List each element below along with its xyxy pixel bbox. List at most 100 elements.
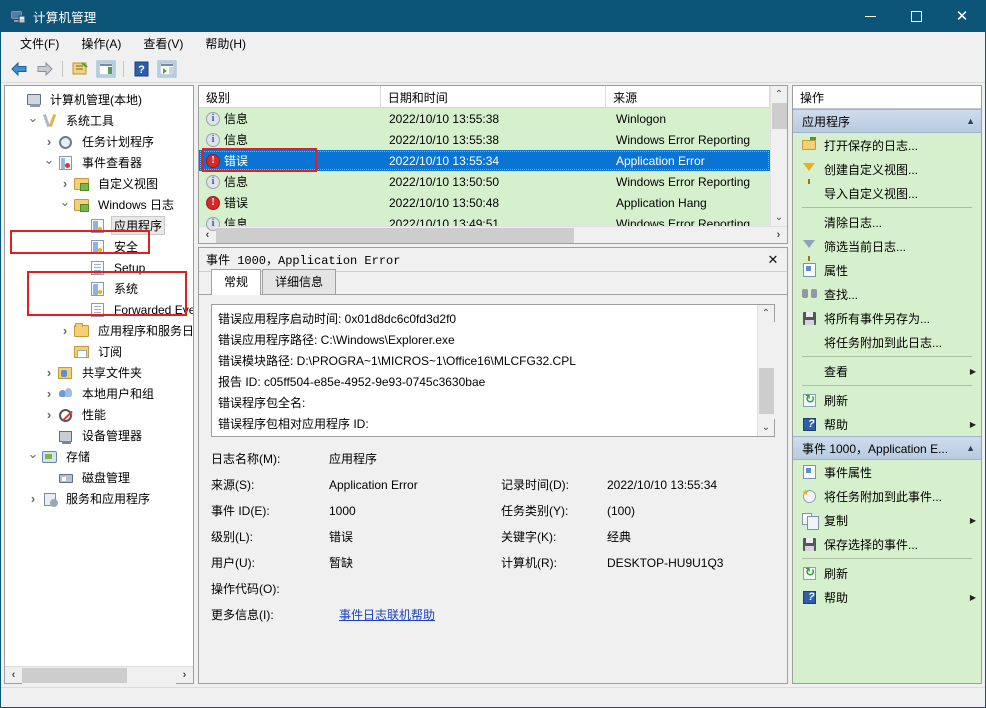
message-scroll-track[interactable]: [757, 322, 775, 419]
message-scroll-up-icon[interactable]: ⌃: [758, 305, 775, 322]
tree-node-3[interactable]: 事件查看器: [5, 152, 193, 173]
tree-horizontal-scrollbar[interactable]: ‹ ›: [5, 666, 193, 684]
chevron-up-icon[interactable]: ▲: [966, 443, 975, 453]
column-header-2[interactable]: 来源: [606, 86, 770, 108]
tree-expander-icon[interactable]: [41, 156, 57, 169]
console-tree[interactable]: 计算机管理(本地) 系统工具任务计划程序事件查看器自定义视图 Windows 日志应…: [5, 86, 193, 666]
minimize-button[interactable]: [847, 1, 893, 32]
action-item-1-5[interactable]: 帮助 ▶: [793, 585, 981, 609]
tree-expander-icon[interactable]: [25, 114, 41, 127]
list-hscroll-thumb[interactable]: [216, 227, 574, 243]
action-item-0-10[interactable]: 刷新: [793, 388, 981, 412]
tree-expander-icon[interactable]: [57, 198, 73, 211]
table-row[interactable]: ! 错误 2022/10/10 13:50:48 Application Hang: [199, 192, 770, 213]
table-row[interactable]: ! 错误 2022/10/10 13:55:34 Application Error: [199, 150, 770, 171]
action-item-0-4[interactable]: 筛选当前日志...: [793, 234, 981, 261]
list-scroll-thumb[interactable]: [771, 103, 787, 129]
tree-node-9[interactable]: 系统: [5, 278, 193, 299]
properties-icon[interactable]: [93, 57, 119, 81]
show-hide-action-pane-icon[interactable]: [154, 57, 180, 81]
menu-view[interactable]: 查看(V): [132, 33, 194, 54]
action-item-0-2[interactable]: 导入自定义视图...: [793, 181, 981, 205]
tree-scroll-thumb[interactable]: [22, 667, 127, 683]
table-row[interactable]: i 信息 2022/10/10 13:50:50 Windows Error Repo…: [199, 171, 770, 192]
event-list-header[interactable]: 级别 日期和时间 来源: [199, 86, 770, 108]
event-list-vertical-scrollbar[interactable]: ⌃ ⌄: [770, 86, 787, 226]
message-vertical-scrollbar[interactable]: ⌃ ⌄: [757, 305, 775, 436]
action-item-0-0[interactable]: 打开保存的日志...: [793, 133, 981, 157]
tab-general[interactable]: 常规: [211, 269, 262, 295]
list-scroll-track[interactable]: [770, 103, 787, 209]
tree-node-2[interactable]: 任务计划程序: [5, 131, 193, 152]
list-hscroll-track[interactable]: [216, 226, 770, 243]
action-item-1-3[interactable]: 保存选择的事件...: [793, 532, 981, 556]
action-item-0-11[interactable]: 帮助 ▶: [793, 412, 981, 436]
list-scroll-down-icon[interactable]: ⌄: [771, 209, 788, 226]
tree-node-4[interactable]: 自定义视图: [5, 173, 193, 194]
actions-section-header-0[interactable]: 应用程序 ▲: [793, 109, 981, 133]
action-item-1-1[interactable]: 将任务附加到此事件...: [793, 484, 981, 508]
forward-icon[interactable]: [32, 57, 58, 81]
event-log-online-help-link[interactable]: 事件日志联机帮助: [339, 606, 435, 623]
tree-expander-icon[interactable]: [25, 450, 41, 463]
column-header-1[interactable]: 日期和时间: [381, 86, 607, 108]
tree-node-11[interactable]: 应用程序和服务日志: [5, 320, 193, 341]
maximize-button[interactable]: [893, 1, 939, 32]
tree-expander-icon[interactable]: [41, 366, 57, 379]
tree-node-1[interactable]: 系统工具: [5, 110, 193, 131]
tree-expander-icon[interactable]: [41, 408, 57, 421]
action-item-0-6[interactable]: 查找...: [793, 282, 981, 306]
tree-node-13[interactable]: 共享文件夹: [5, 362, 193, 383]
event-list-rows[interactable]: i 信息 2022/10/10 13:55:38 Winlogon i 信息 2022/10…: [199, 108, 770, 234]
tree-node-5[interactable]: Windows 日志: [5, 194, 193, 215]
tree-node-12[interactable]: 订阅: [5, 341, 193, 362]
back-icon[interactable]: [6, 57, 32, 81]
menu-file[interactable]: 文件(F): [9, 33, 70, 54]
tree-node-18[interactable]: 磁盘管理: [5, 467, 193, 488]
tree-node-15[interactable]: 性能: [5, 404, 193, 425]
event-message-text[interactable]: 错误应用程序启动时间: 0x01d8dc6c0fd3d2f0 错误应用程序路径: …: [212, 305, 757, 436]
message-scroll-down-icon[interactable]: ⌄: [758, 419, 775, 436]
action-item-0-1[interactable]: 创建自定义视图...: [793, 157, 981, 184]
action-item-0-9[interactable]: 查看 ▶: [793, 359, 981, 383]
tree-node-19[interactable]: 服务和应用程序: [5, 488, 193, 509]
tree-node-7[interactable]: 安全: [5, 236, 193, 257]
list-scroll-up-icon[interactable]: ⌃: [771, 86, 788, 103]
show-hide-console-tree-icon[interactable]: [67, 57, 93, 81]
tree-node-14[interactable]: 本地用户和组: [5, 383, 193, 404]
tree-node-17[interactable]: 存储: [5, 446, 193, 467]
tree-node-16[interactable]: 设备管理器: [5, 425, 193, 446]
list-hscroll-right-icon[interactable]: ›: [770, 227, 787, 244]
tree-expander-icon[interactable]: [41, 135, 57, 148]
event-detail-close-button[interactable]: ✕: [759, 248, 787, 272]
action-item-0-5[interactable]: 属性: [793, 258, 981, 282]
actions-section-header-1[interactable]: 事件 1000，Application E... ▲: [793, 436, 981, 460]
message-scroll-thumb[interactable]: [758, 368, 774, 414]
event-list-horizontal-scrollbar[interactable]: ‹ ›: [199, 226, 787, 243]
tree-node-8[interactable]: Setup: [5, 257, 193, 278]
action-item-0-3[interactable]: 清除日志...: [793, 210, 981, 234]
tree-scroll-right-icon[interactable]: ›: [176, 667, 193, 684]
tree-expander-icon[interactable]: [57, 324, 73, 337]
menu-action[interactable]: 操作(A): [70, 33, 132, 54]
action-item-0-7[interactable]: 将所有事件另存为...: [793, 306, 981, 330]
tree-node-6[interactable]: 应用程序: [5, 215, 193, 236]
action-item-1-2[interactable]: 复制 ▶: [793, 508, 981, 532]
help-icon[interactable]: ?: [128, 57, 154, 81]
tree-expander-icon[interactable]: [41, 387, 57, 400]
column-header-0[interactable]: 级别: [199, 86, 381, 108]
action-item-1-4[interactable]: 刷新: [793, 561, 981, 585]
tab-details[interactable]: 详细信息: [262, 269, 337, 294]
tree-node-0[interactable]: 计算机管理(本地): [5, 89, 193, 110]
chevron-up-icon[interactable]: ▲: [966, 116, 975, 126]
action-item-1-0[interactable]: 事件属性: [793, 460, 981, 484]
tree-scroll-track[interactable]: [22, 666, 176, 684]
tree-expander-icon[interactable]: [57, 177, 73, 190]
close-button[interactable]: ✕: [939, 1, 985, 32]
menu-help[interactable]: 帮助(H): [194, 33, 257, 54]
action-item-0-8[interactable]: 将任务附加到此日志...: [793, 330, 981, 354]
table-row[interactable]: i 信息 2022/10/10 13:55:38 Windows Error Repo…: [199, 129, 770, 150]
tree-scroll-left-icon[interactable]: ‹: [5, 667, 22, 684]
tree-node-10[interactable]: Forwarded Eve: [5, 299, 193, 320]
tree-expander-icon[interactable]: [25, 492, 41, 505]
